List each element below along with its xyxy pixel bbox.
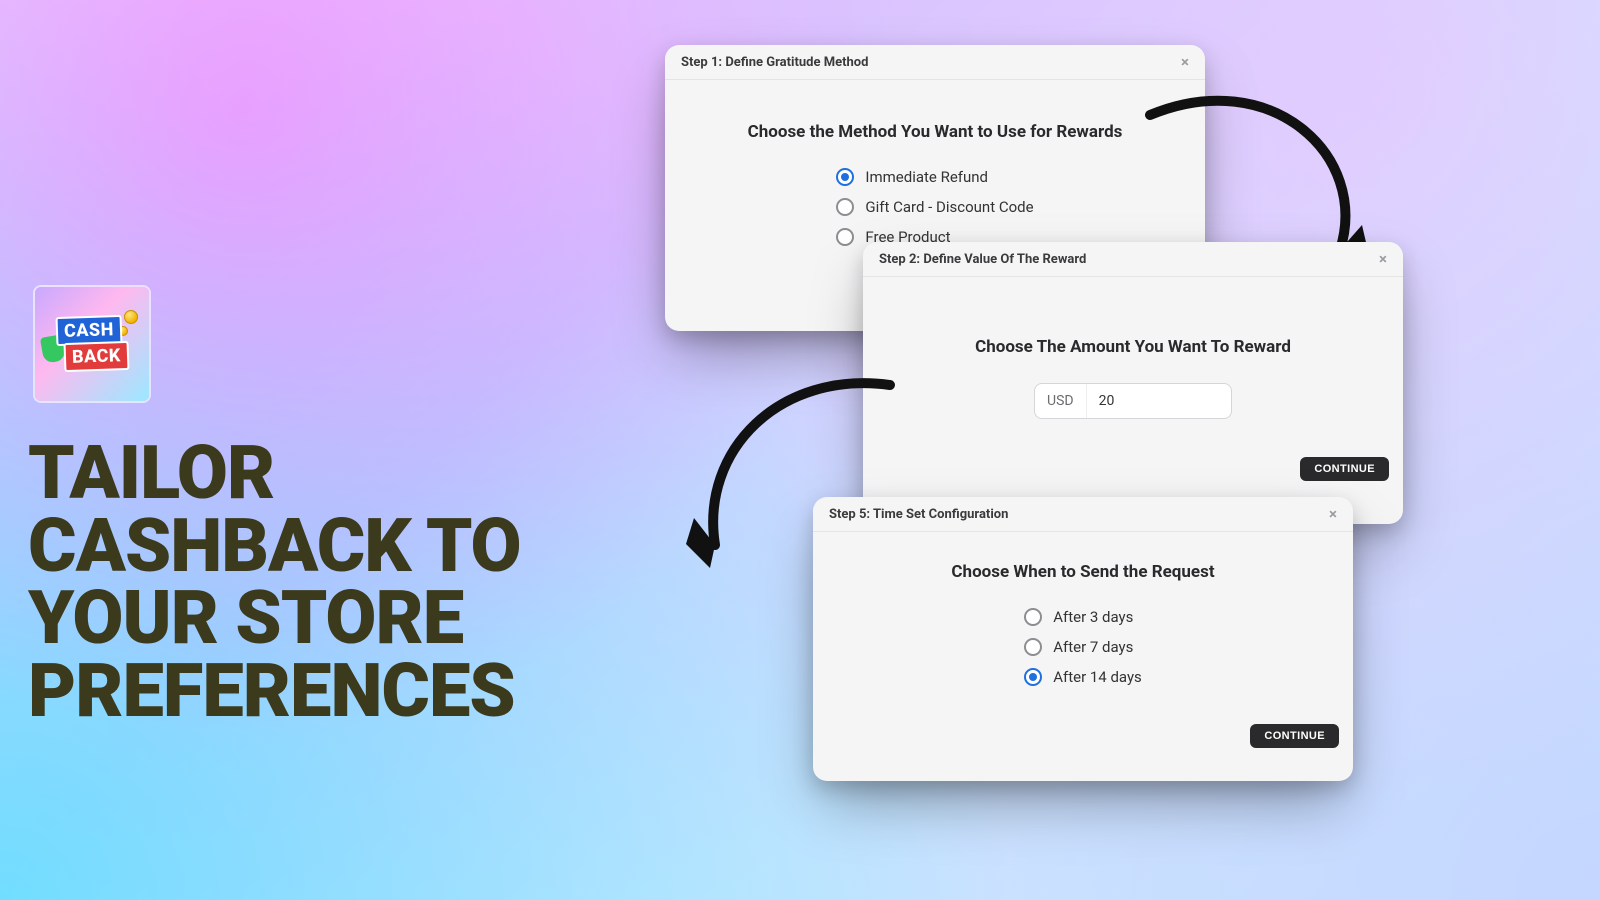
step5-header-title: Step 5: Time Set Configuration (829, 507, 1008, 522)
option-label: After 14 days (1053, 668, 1142, 686)
promo-stage: CASH BACK TAILOR CASHBACK TO YOUR STORE … (0, 0, 1600, 900)
radio-icon (836, 198, 854, 216)
logo-back-label: BACK (64, 341, 130, 372)
close-icon[interactable]: × (1379, 252, 1387, 267)
reward-amount-value: 20 (1087, 393, 1127, 409)
cashback-logo-inner: CASH BACK (48, 316, 136, 372)
radio-icon (836, 168, 854, 186)
radio-icon (1024, 638, 1042, 656)
cashback-logo: CASH BACK (35, 287, 149, 401)
option-gift-card[interactable]: Gift Card - Discount Code (836, 198, 1033, 216)
step2-title: Choose The Amount You Want To Reward (883, 337, 1383, 357)
option-after-14-days[interactable]: After 14 days (1024, 668, 1142, 686)
option-after-3-days[interactable]: After 3 days (1024, 608, 1133, 626)
coin-icon (124, 310, 138, 324)
step1-header: Step 1: Define Gratitude Method × (665, 45, 1205, 80)
step5-header: Step 5: Time Set Configuration × (813, 497, 1353, 532)
headline: TAILOR CASHBACK TO YOUR STORE PREFERENCE… (28, 438, 668, 728)
close-icon[interactable]: × (1329, 507, 1337, 522)
option-after-7-days[interactable]: After 7 days (1024, 638, 1133, 656)
option-label: After 3 days (1053, 608, 1133, 626)
radio-icon (836, 228, 854, 246)
option-immediate-refund[interactable]: Immediate Refund (836, 168, 988, 186)
continue-button[interactable]: CONTINUE (1300, 457, 1389, 481)
step1-title: Choose the Method You Want to Use for Re… (685, 122, 1185, 142)
radio-icon (1024, 608, 1042, 626)
option-label: Gift Card - Discount Code (865, 198, 1033, 216)
reward-amount-input[interactable]: USD 20 (1034, 383, 1232, 419)
option-label: After 7 days (1053, 638, 1133, 656)
step2-dialog: Step 2: Define Value Of The Reward × Cho… (863, 242, 1403, 524)
radio-icon (1024, 668, 1042, 686)
option-label: Immediate Refund (865, 168, 988, 186)
step1-header-title: Step 1: Define Gratitude Method (681, 55, 868, 70)
close-icon[interactable]: × (1181, 55, 1189, 70)
currency-label: USD (1035, 384, 1087, 418)
step2-header: Step 2: Define Value Of The Reward × (863, 242, 1403, 277)
continue-button[interactable]: CONTINUE (1250, 724, 1339, 748)
step2-header-title: Step 2: Define Value Of The Reward (879, 252, 1086, 267)
step5-title: Choose When to Send the Request (833, 562, 1333, 582)
step5-dialog: Step 5: Time Set Configuration × Choose … (813, 497, 1353, 781)
